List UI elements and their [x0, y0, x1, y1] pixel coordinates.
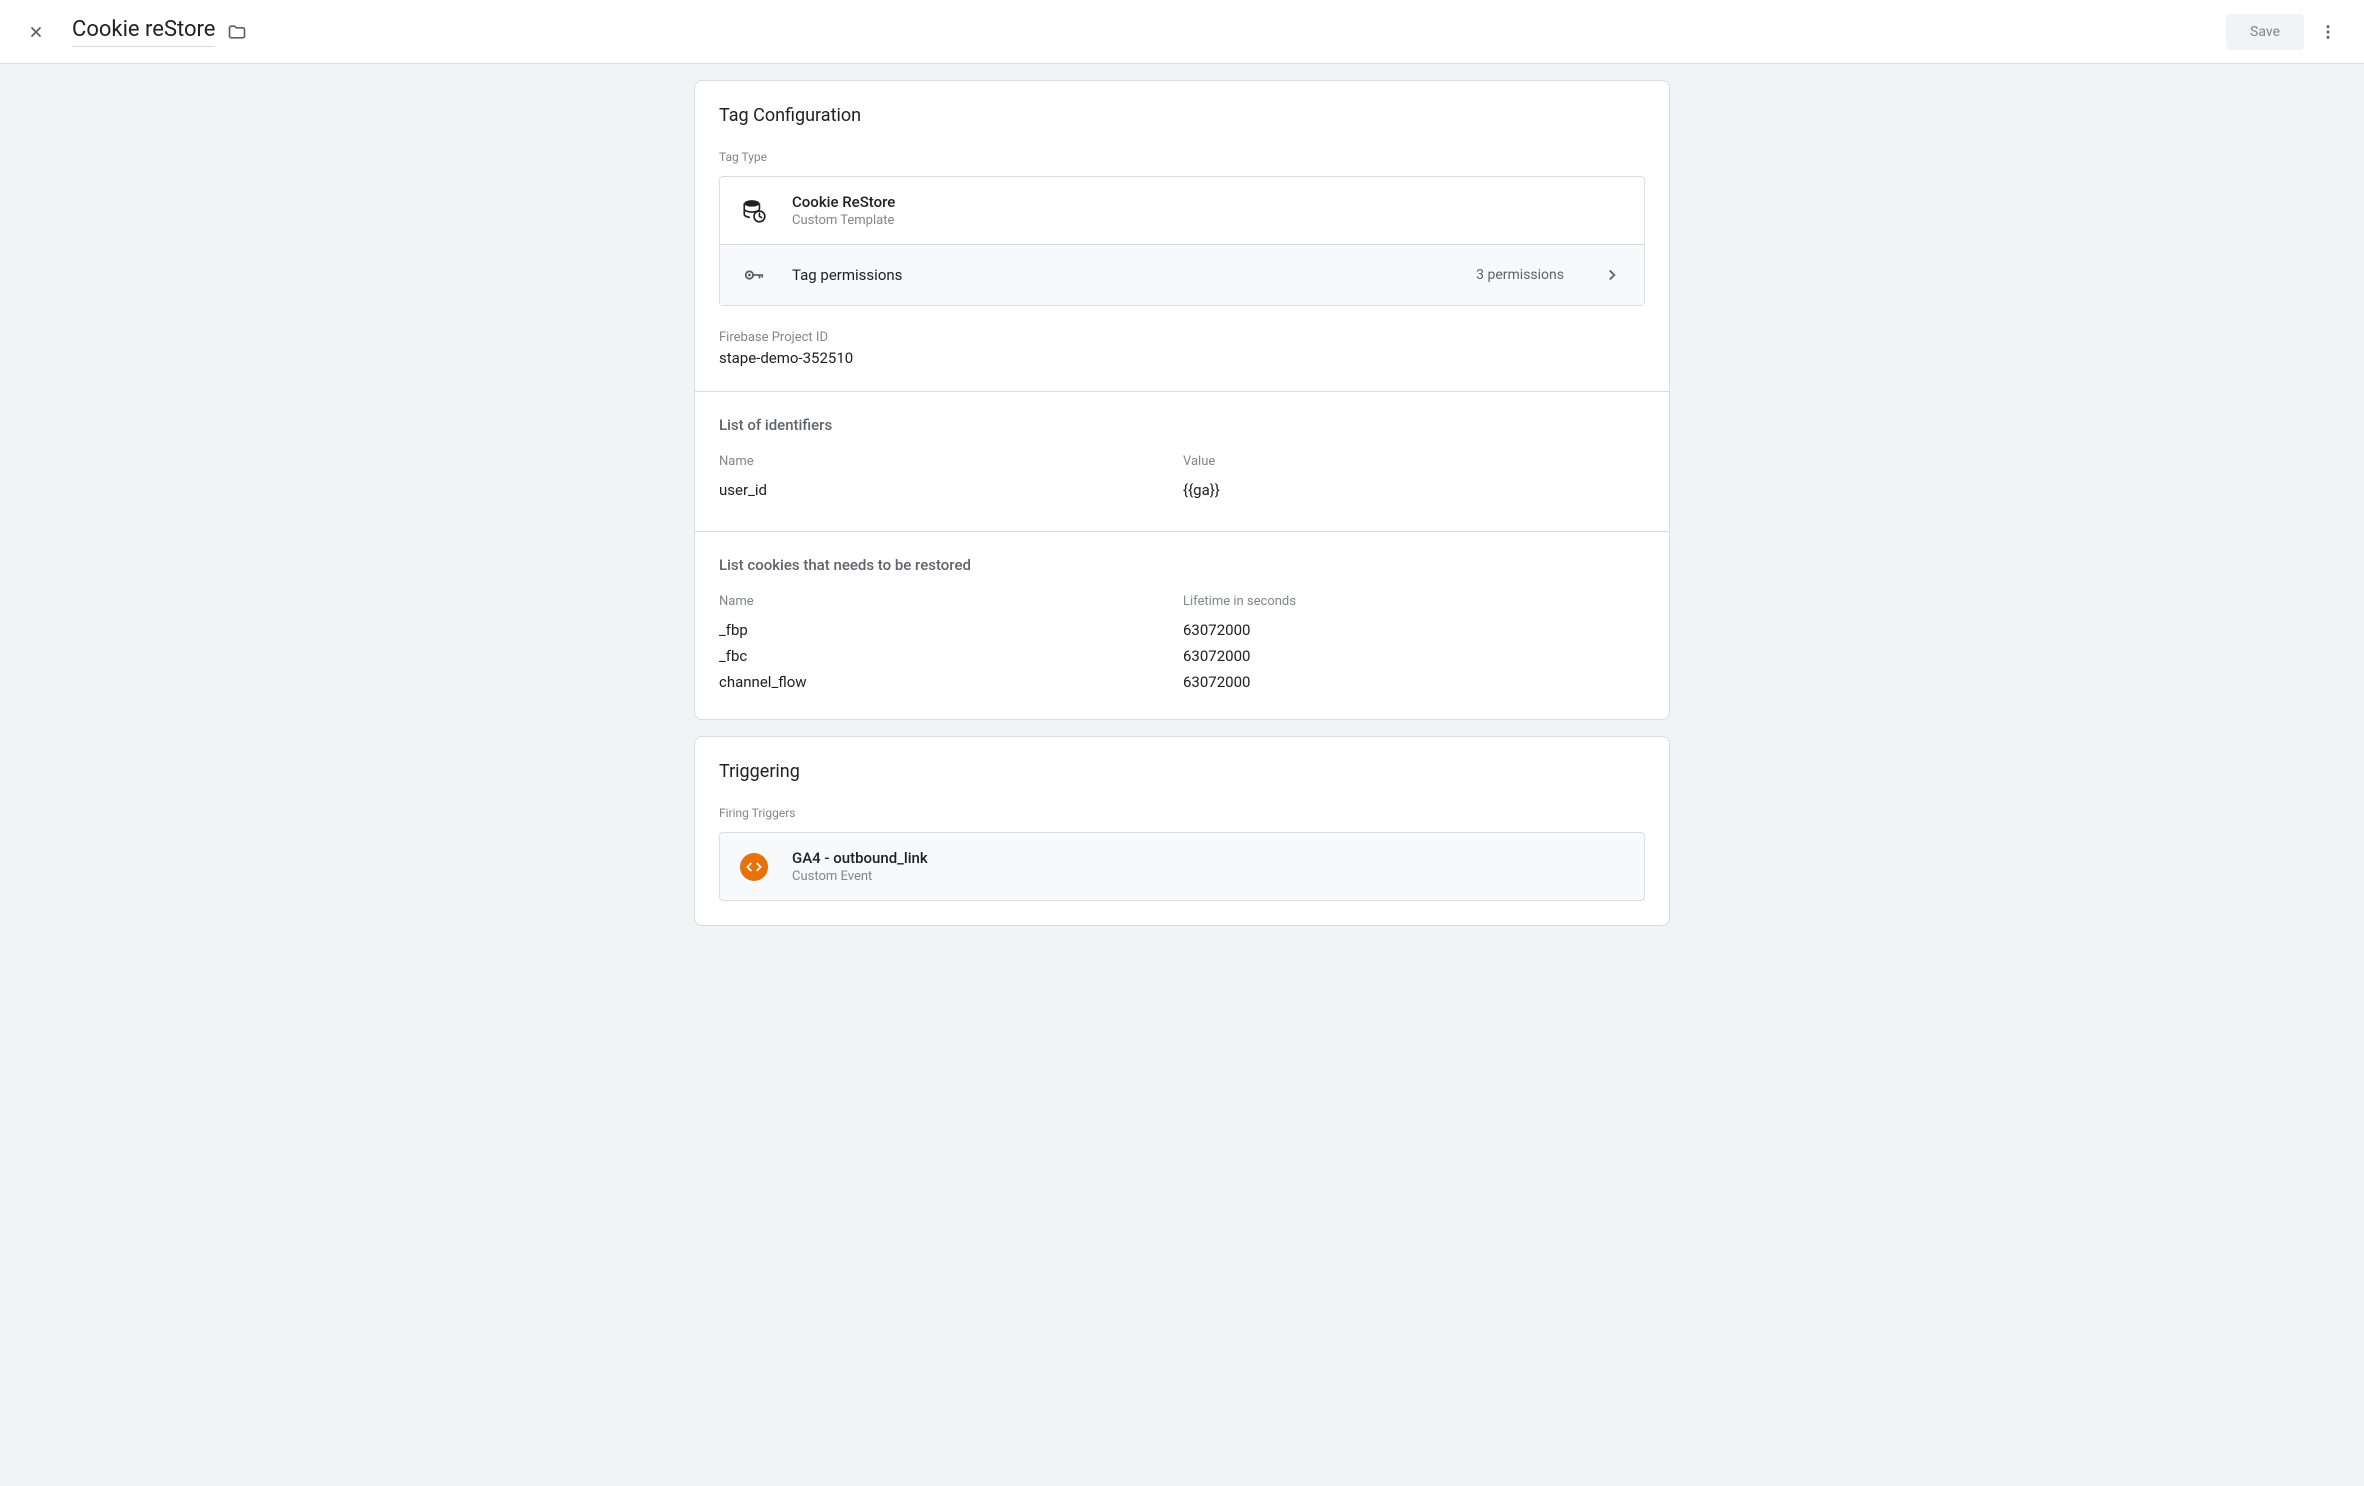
- triggering-card: Triggering Firing Triggers GA4 - outboun…: [694, 736, 1670, 926]
- header-bar: Cookie reStore Save: [0, 0, 2364, 64]
- tag-type-box: Cookie ReStore Custom Template Tag permi…: [719, 176, 1645, 306]
- trigger-name: GA4 - outbound_link: [792, 849, 928, 867]
- identifiers-table: Name Value user_id {{ga}}: [719, 454, 1645, 503]
- permissions-count: 3 permissions: [1476, 267, 1564, 283]
- table-row: _fbp 63072000: [719, 617, 1645, 643]
- cookie-lifetime: 63072000: [1183, 647, 1645, 665]
- divider: [695, 391, 1669, 392]
- divider: [695, 531, 1669, 532]
- more-menu-icon[interactable]: [2316, 20, 2340, 44]
- identifier-name: user_id: [719, 481, 1183, 499]
- cookie-name: channel_flow: [719, 673, 1183, 691]
- card-title: Tag Configuration: [719, 105, 1645, 126]
- cookie-name: _fbp: [719, 621, 1183, 639]
- tag-configuration-card: Tag Configuration Tag Type Cookie ReStor…: [694, 80, 1670, 720]
- tag-permissions-row[interactable]: Tag permissions 3 permissions: [720, 244, 1644, 305]
- page-title[interactable]: Cookie reStore: [72, 17, 215, 47]
- permissions-label: Tag permissions: [792, 266, 1452, 284]
- cookies-col-name: Name: [719, 594, 1183, 609]
- cookie-name: _fbc: [719, 647, 1183, 665]
- save-button[interactable]: Save: [2226, 14, 2304, 50]
- close-icon[interactable]: [24, 20, 48, 44]
- folder-icon[interactable]: [227, 22, 247, 42]
- cookies-col-lifetime: Lifetime in seconds: [1183, 594, 1645, 609]
- chevron-right-icon: [1600, 263, 1624, 287]
- identifiers-title: List of identifiers: [719, 416, 1645, 434]
- cookie-lifetime: 63072000: [1183, 621, 1645, 639]
- firing-triggers-label: Firing Triggers: [719, 806, 1645, 820]
- cookie-lifetime: 63072000: [1183, 673, 1645, 691]
- table-row: _fbc 63072000: [719, 643, 1645, 669]
- tag-type-subtitle: Custom Template: [792, 213, 895, 228]
- table-row: channel_flow 63072000: [719, 669, 1645, 695]
- cookies-title: List cookies that needs to be restored: [719, 556, 1645, 574]
- tag-type-name: Cookie ReStore: [792, 193, 895, 211]
- tag-type-row[interactable]: Cookie ReStore Custom Template: [720, 177, 1644, 244]
- identifiers-col-name: Name: [719, 454, 1183, 469]
- firebase-value: stape-demo-352510: [719, 349, 1645, 367]
- key-icon: [740, 261, 768, 289]
- firebase-project-field: Firebase Project ID stape-demo-352510: [719, 330, 1645, 367]
- database-restore-icon: [740, 197, 768, 225]
- trigger-subtitle: Custom Event: [792, 869, 928, 884]
- cookies-table: Name Lifetime in seconds _fbp 63072000 _…: [719, 594, 1645, 695]
- identifier-value: {{ga}}: [1183, 481, 1645, 499]
- identifiers-col-value: Value: [1183, 454, 1645, 469]
- tag-type-label: Tag Type: [719, 150, 1645, 164]
- table-row: user_id {{ga}}: [719, 477, 1645, 503]
- firebase-label: Firebase Project ID: [719, 330, 1645, 345]
- card-title: Triggering: [719, 761, 1645, 782]
- custom-event-icon: [740, 853, 768, 881]
- trigger-row[interactable]: GA4 - outbound_link Custom Event: [719, 832, 1645, 901]
